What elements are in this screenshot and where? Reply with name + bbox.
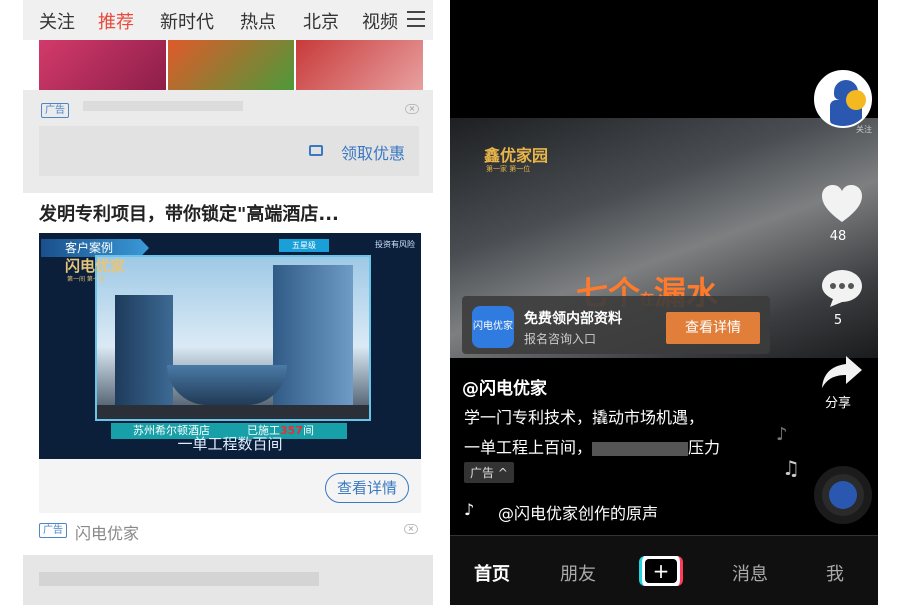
ad-badge[interactable]: 广告 ^ (464, 462, 514, 483)
close-icon[interactable]: × (404, 524, 418, 534)
tab-recommend[interactable]: 推荐 (98, 8, 134, 34)
brand-logo-subtitle: 第一间 第一家 (67, 276, 105, 283)
plus-icon: + (645, 559, 677, 583)
ad-overlay-card[interactable]: 闪电优家 免费领内部资料 报名咨询入口 查看详情 (462, 296, 770, 354)
arch-bridge (167, 365, 287, 405)
nav-me[interactable]: 我 (826, 560, 844, 586)
video-brand-logo-subtitle: 第一家 第一位 (486, 165, 531, 173)
blurred-text (39, 572, 319, 586)
view-details-button[interactable]: 查看详情 (325, 473, 409, 503)
nav-friends[interactable]: 朋友 (560, 560, 596, 586)
video-brand-logo: 鑫优家园 (484, 146, 549, 165)
article-headline[interactable]: 发明专利项目，带你锁定"高端酒店... (39, 200, 339, 226)
share-label: 分享 (824, 396, 851, 411)
nav-messages[interactable]: 消息 (732, 560, 768, 586)
heart-icon[interactable] (820, 182, 864, 226)
short-video-panel: 鑫优家园 第一家 第一位 七个在漏水 闪电优家 免费领内部资料 报名咨询入口 查… (450, 0, 878, 605)
menu-icon[interactable] (407, 11, 425, 27)
blurred-text (83, 101, 243, 111)
ad-title: 免费领内部资料 (524, 311, 622, 327)
news-feed-panel: 关注 推荐 新时代 热点 北京 视频 广告 × 领取优惠 发明专利项目，带你锁定… (23, 0, 433, 605)
caption-line-2: 一单工程上百间， 压力 (464, 438, 721, 457)
comment-icon[interactable] (820, 268, 864, 308)
tower-right (273, 265, 353, 415)
ad-badge: 广告 (41, 103, 69, 118)
like-count: 48 (829, 229, 847, 244)
tiktok-logo-icon: ♪ (464, 500, 475, 519)
tab-new-era[interactable]: 新时代 (160, 8, 214, 34)
hotel-ad-image[interactable]: 客户案例 五星级 投资有风险 闪电优家 第一间 第一家 苏州希尔顿酒店 已施工3… (39, 233, 421, 459)
apple-image (296, 40, 424, 90)
tab-beijing[interactable]: 北京 (303, 8, 339, 34)
video-subtitle: 一单工程数百间 (177, 435, 283, 453)
music-disc[interactable] (814, 466, 872, 524)
brand-logo: 闪电优家 (65, 257, 126, 275)
blurred-text (592, 441, 689, 456)
coupon-box[interactable]: 领取优惠 (39, 126, 419, 176)
close-icon[interactable]: × (405, 104, 419, 114)
follow-label[interactable]: 关注 (856, 124, 872, 135)
avatar-badge (846, 90, 866, 110)
comment-count: 5 (833, 313, 843, 328)
nav-home[interactable]: 首页 (474, 560, 510, 586)
coupon-label[interactable]: 领取优惠 (341, 140, 405, 164)
dragonfruit-image (39, 40, 166, 90)
view-details-button[interactable]: 查看详情 (666, 312, 760, 344)
tab-video[interactable]: 视频 (362, 8, 398, 34)
hotel-photo (95, 255, 371, 421)
music-title[interactable]: @闪电优家创作的原声 (498, 500, 658, 524)
music-note-icon: ♫ (782, 456, 800, 480)
investment-risk-label: 投资有风险 (375, 240, 415, 249)
music-note-icon: ♪ (776, 424, 788, 445)
app-icon: 闪电优家 (472, 306, 514, 348)
mixed-fruit-image (167, 40, 295, 90)
author-avatar[interactable] (814, 70, 872, 128)
ad-badge: 广告 (39, 523, 67, 538)
advertiser-name[interactable]: 闪电优家 (75, 520, 139, 544)
bottom-navigation: 首页 朋友 + 消息 我 (450, 535, 878, 605)
star-rating-label: 五星级 (279, 239, 329, 252)
detail-bar: 查看详情 (39, 459, 421, 513)
caption-line-1: 学一门专利技术，撬动市场机遇， (464, 408, 705, 427)
tower-left (115, 295, 173, 415)
fruit-image-strip (39, 40, 424, 90)
author-handle[interactable]: @闪电优家 (462, 374, 547, 399)
ad-subtitle: 报名咨询入口 (524, 332, 597, 346)
street (97, 405, 369, 419)
disc-avatar (829, 481, 857, 509)
ticket-icon (309, 145, 323, 156)
create-button[interactable]: + (639, 556, 683, 586)
share-icon[interactable] (820, 354, 864, 390)
tab-follow[interactable]: 关注 (39, 8, 75, 34)
channel-tabs: 关注 推荐 新时代 热点 北京 视频 (23, 0, 433, 40)
tab-hot[interactable]: 热点 (240, 8, 276, 34)
